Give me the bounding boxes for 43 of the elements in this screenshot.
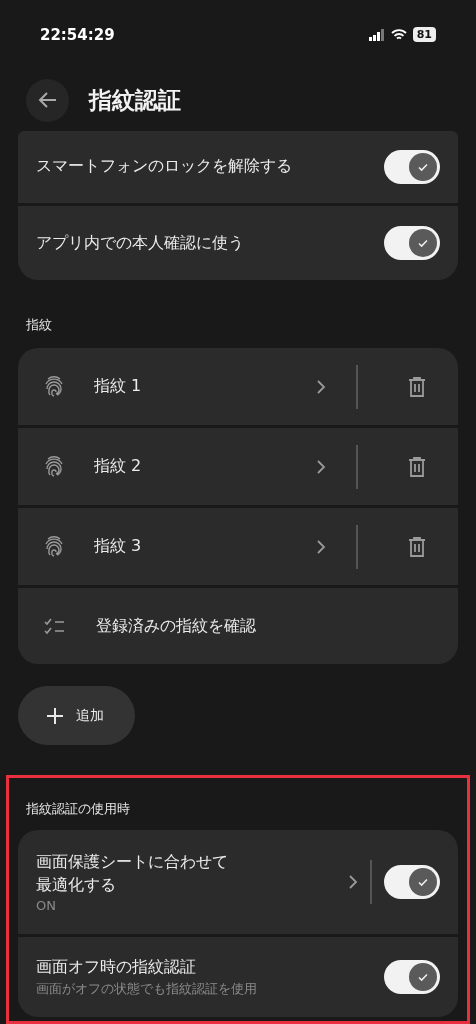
fingerprint-row[interactable]: 指紋 1 — [18, 348, 458, 426]
setting-description: 画面がオフの状態でも指紋認証を使用 — [36, 980, 258, 999]
fingerprint-icon — [44, 374, 64, 399]
trash-icon[interactable] — [408, 536, 426, 557]
setting-row[interactable]: 画面オフ時の指紋認証 画面がオフの状態でも指紋認証を使用 — [18, 937, 458, 1017]
signal-icon — [368, 28, 385, 41]
trash-icon[interactable] — [408, 456, 426, 477]
fingerprint-row[interactable]: 指紋 3 — [18, 508, 458, 586]
toggle-switch[interactable] — [384, 226, 440, 261]
setting-row[interactable]: アプリ内での本人確認に使う — [18, 205, 458, 281]
page-title: 指紋認証 — [89, 85, 181, 115]
setting-label: アプリ内での本人確認に使う — [36, 231, 245, 254]
battery-level: 81 — [412, 27, 436, 43]
chevron-right-icon — [316, 458, 326, 475]
setting-row[interactable]: スマートフォンのロックを解除する — [18, 130, 458, 203]
section-heading: 指紋 — [25, 316, 53, 335]
back-arrow-icon — [37, 91, 58, 110]
fingerprint-label: 登録済みの指紋を確認 — [96, 615, 257, 638]
back-button[interactable] — [26, 78, 69, 122]
status-time: 22:54:29 — [40, 25, 115, 44]
setting-label: スマートフォンのロックを解除する — [36, 155, 293, 178]
fingerprint-row[interactable]: 登録済みの指紋を確認 — [18, 588, 458, 665]
plus-icon — [46, 706, 64, 725]
chevron-right-icon — [316, 538, 326, 555]
fingerprint-label: 指紋 3 — [94, 535, 143, 558]
setting-label: 画面保護シートに合わせて最適化する — [36, 851, 229, 896]
section-heading: 指紋認証の使用時 — [25, 800, 131, 818]
setting-row[interactable]: 画面保護シートに合わせて最適化する ON — [18, 830, 458, 934]
checklist-icon — [44, 617, 66, 636]
toggle-switch[interactable] — [384, 865, 440, 899]
toggle-switch[interactable] — [384, 149, 440, 184]
fingerprint-label: 指紋 2 — [94, 455, 143, 478]
trash-icon[interactable] — [408, 376, 426, 397]
chevron-right-icon — [316, 378, 326, 395]
setting-description: ON — [36, 897, 57, 913]
add-button[interactable]: 追加 — [18, 686, 135, 746]
fingerprint-row[interactable]: 指紋 2 — [18, 428, 458, 506]
fingerprint-icon — [44, 454, 64, 479]
toggle-switch[interactable] — [384, 960, 440, 994]
setting-label: 画面オフ時の指紋認証 — [36, 955, 197, 978]
wifi-icon — [390, 28, 407, 41]
fingerprint-label: 指紋 1 — [94, 375, 143, 398]
fingerprint-icon — [44, 534, 64, 559]
